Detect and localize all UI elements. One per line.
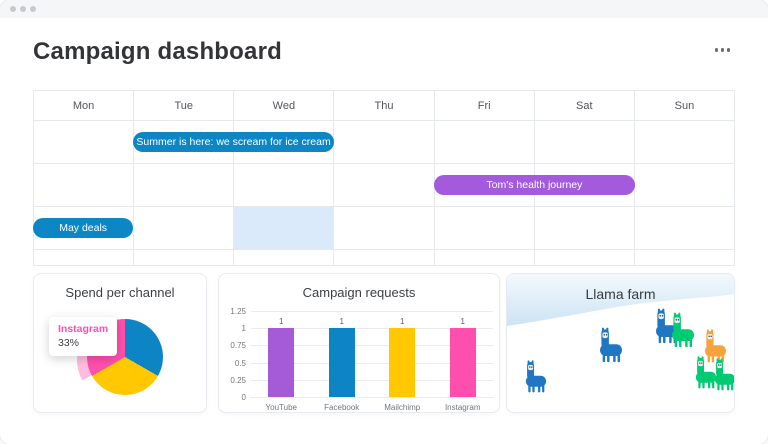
calendar-day-header: Wed: [234, 91, 334, 120]
bar-value-label: 1: [339, 317, 344, 327]
calendar-event[interactable]: Summer is here: we scream for ice cream: [133, 132, 334, 152]
calendar-cell[interactable]: [634, 207, 734, 249]
x-axis-category-label: Mailchimp: [384, 403, 421, 412]
pie-tooltip-value: 33%: [58, 337, 80, 349]
app-window: Campaign dashboard Mon Tue Wed Thu Fri Sat Sun…: [0, 0, 768, 444]
bar-value-label: 1: [279, 317, 284, 327]
calendar-day-header: Tue: [134, 91, 234, 120]
x-axis-category-label: YouTube: [265, 403, 297, 412]
llama-icon: [669, 312, 697, 349]
x-axis-category-label: Facebook: [324, 403, 360, 412]
calendar-cell[interactable]: [534, 121, 634, 163]
widget-campaign-requests: Campaign requests 1.25 1 0.75 0.5 0.25 0 YouTu…: [218, 273, 500, 413]
y-axis-tick-label: 0: [241, 393, 246, 402]
widget-llama-farm: Llama farm: [506, 273, 735, 413]
calendar-cell[interactable]: [634, 164, 734, 206]
calendar-cell[interactable]: [534, 207, 634, 249]
calendar-cell[interactable]: [234, 207, 334, 249]
gridline: [251, 397, 493, 398]
calendar-cell[interactable]: [334, 121, 434, 163]
llama-icon: [597, 327, 625, 364]
bar-value-label: 1: [400, 317, 405, 327]
bar-mailchimp[interactable]: 1: [389, 317, 416, 397]
bar-facebook[interactable]: 1: [328, 317, 355, 397]
bar-youtube[interactable]: 1: [268, 317, 295, 397]
pie-tooltip-label: Instagram: [58, 323, 109, 335]
calendar-cell[interactable]: [234, 164, 334, 206]
calendar-cell[interactable]: [234, 250, 334, 265]
x-axis-category-label: Instagram: [444, 403, 481, 412]
bar-value-label: 1: [460, 317, 465, 327]
bar-chart-plot-area: 1 1 1 1: [251, 311, 493, 398]
window-title-bar: [0, 0, 768, 18]
calendar-cell[interactable]: [434, 250, 534, 265]
calendar-cell[interactable]: [134, 207, 234, 249]
widget-title: Spend per channel: [65, 285, 175, 300]
calendar-event[interactable]: Tom's health journey: [434, 175, 635, 195]
calendar-day-header: Mon: [34, 91, 134, 120]
calendar-event[interactable]: May deals: [33, 218, 134, 238]
calendar-cell[interactable]: [34, 250, 134, 265]
y-axis-tick-label: 0.25: [230, 375, 246, 385]
pie-tooltip: Instagram 33%: [49, 317, 118, 356]
llama-icon: [712, 358, 734, 392]
calendar-cell[interactable]: [34, 164, 134, 206]
llama-icon: [523, 360, 549, 394]
calendar-cell[interactable]: [534, 250, 634, 265]
calendar-cell[interactable]: [334, 207, 434, 249]
calendar-day-header: Thu: [334, 91, 434, 120]
calendar-day-header: Fri: [434, 91, 534, 120]
ellipsis-icon[interactable]: [711, 44, 735, 56]
calendar-day-header: Sun: [634, 91, 734, 120]
window-dot-icon: [20, 6, 26, 12]
calendar-cell[interactable]: [134, 164, 234, 206]
calendar-cell[interactable]: [634, 121, 734, 163]
y-axis-tick-label: 0.75: [230, 341, 246, 351]
calendar-cell[interactable]: [434, 121, 534, 163]
calendar-cell[interactable]: [634, 250, 734, 265]
calendar-day-header: Sat: [534, 91, 634, 120]
widget-title: Llama farm: [585, 286, 656, 302]
y-axis-tick-label: 0.5: [234, 358, 246, 368]
calendar-cell[interactable]: [334, 250, 434, 265]
widget-spend-per-channel: Spend per channel Instagram 33%: [33, 273, 207, 413]
calendar-cell[interactable]: [334, 164, 434, 206]
page-title: Campaign dashboard: [33, 38, 282, 65]
window-dot-icon: [30, 6, 36, 12]
calendar-cell[interactable]: [34, 121, 134, 163]
calendar-cell[interactable]: [134, 250, 234, 265]
y-axis-tick-label: 1: [241, 324, 246, 334]
calendar-cell[interactable]: [434, 207, 534, 249]
window-dots-icon[interactable]: [10, 6, 36, 12]
window-dot-icon: [10, 6, 16, 12]
bar-instagram[interactable]: 1: [449, 317, 476, 397]
widget-title: Campaign requests: [302, 285, 416, 300]
y-axis-tick-label: 1.25: [230, 307, 246, 316]
